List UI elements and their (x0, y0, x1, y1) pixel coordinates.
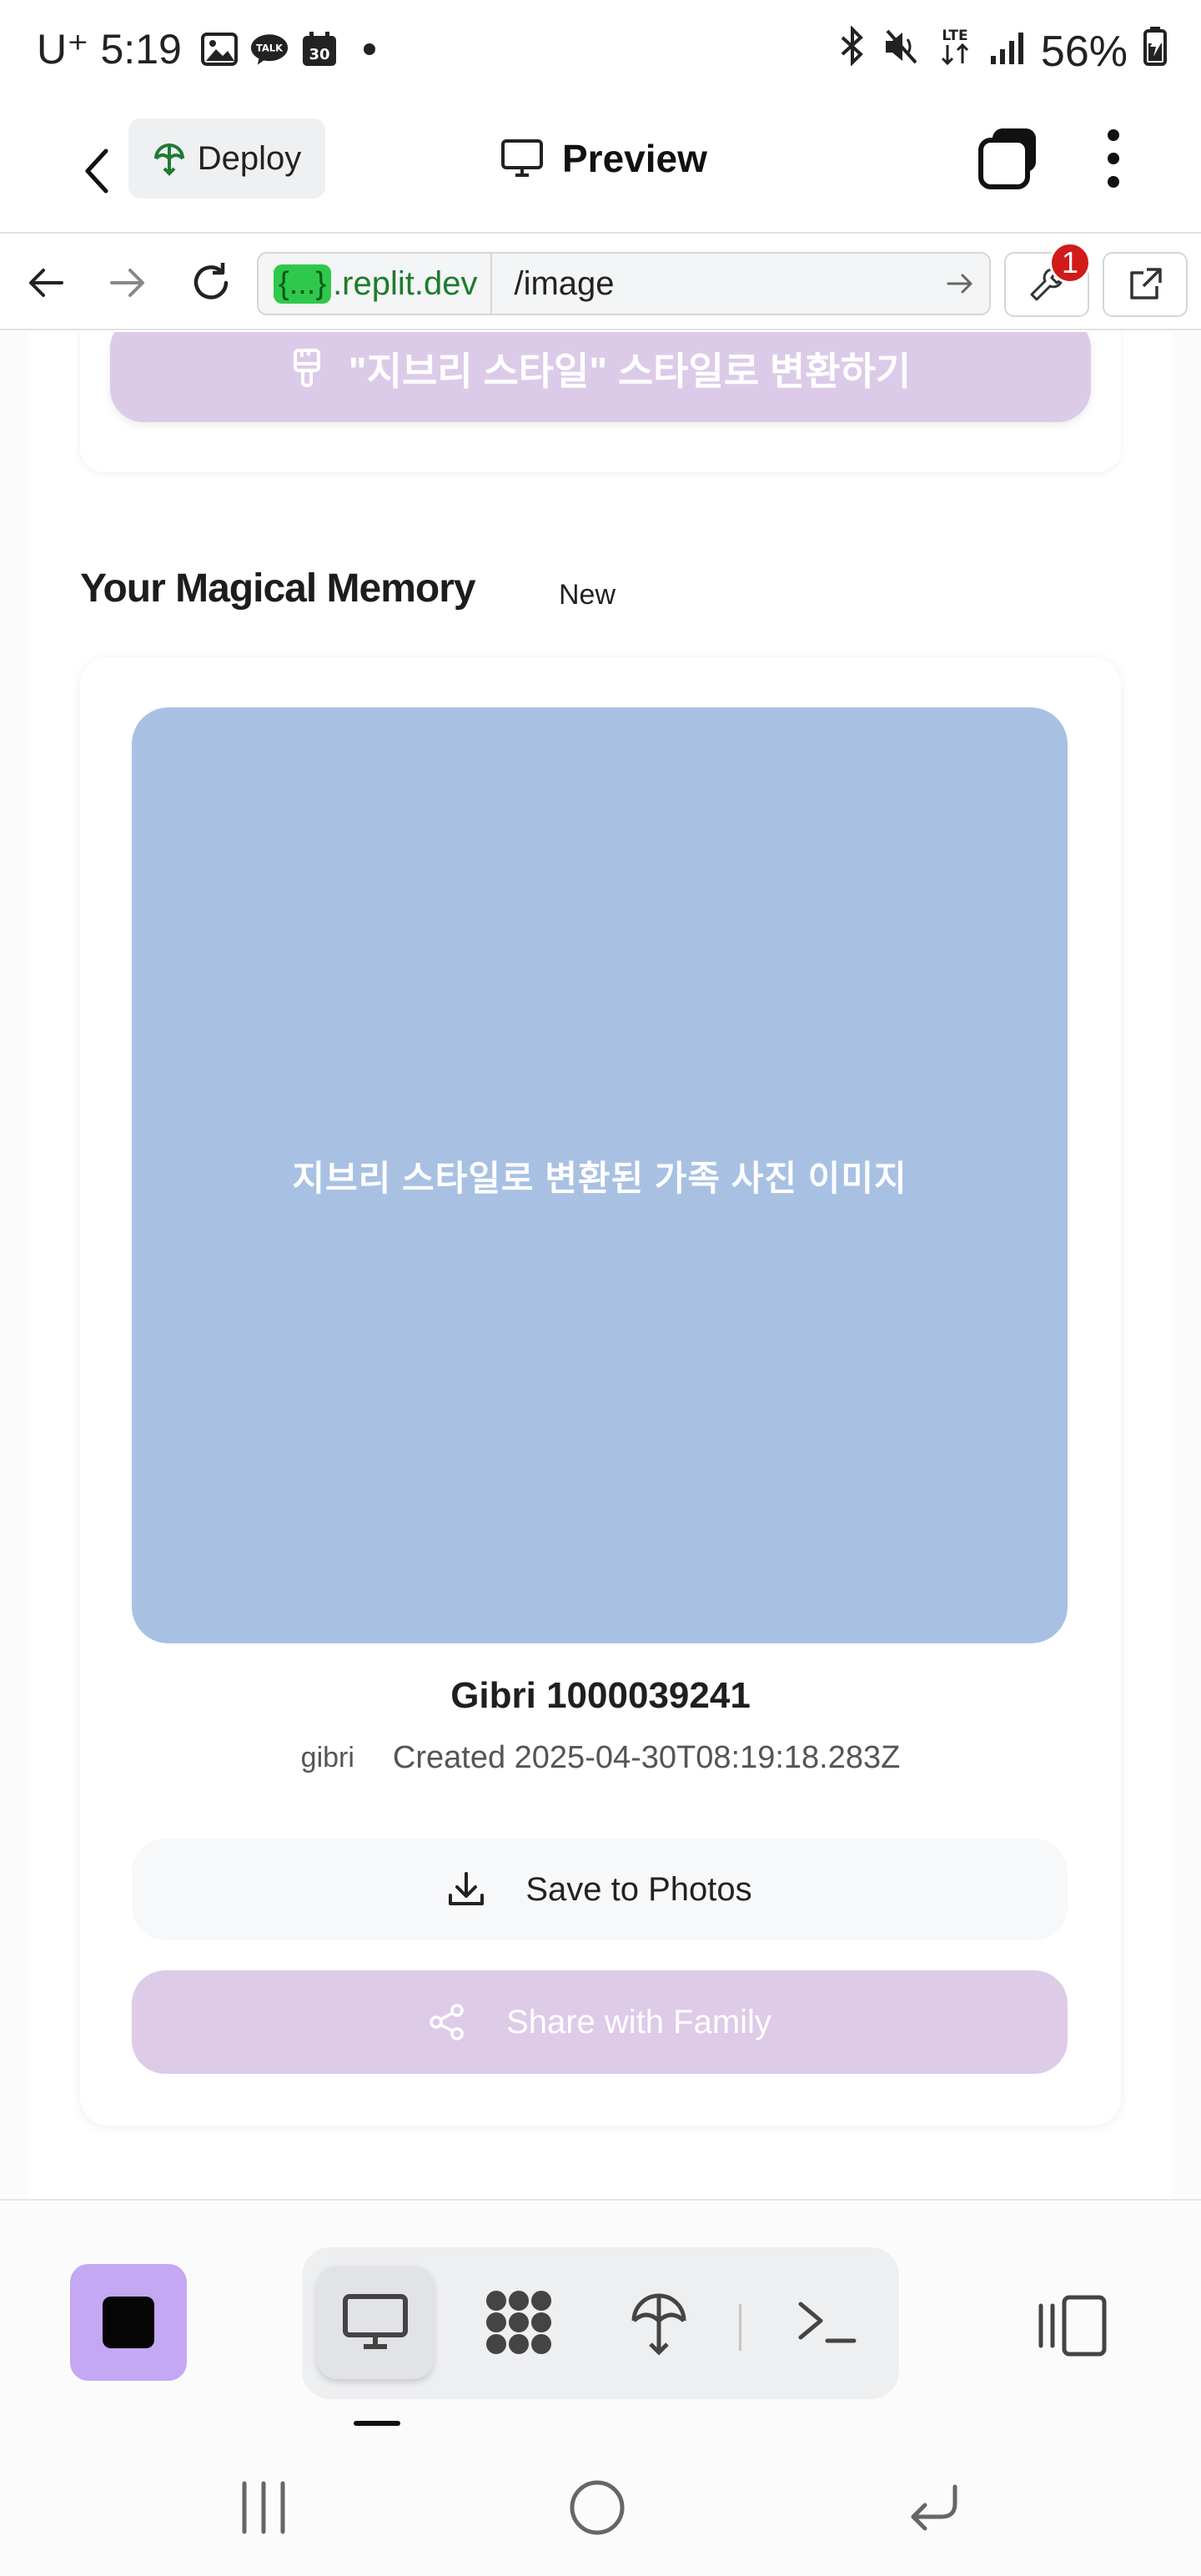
url-host-text: .replit.dev (333, 264, 478, 302)
battery-icon (1143, 25, 1168, 78)
arrow-left-icon (29, 269, 63, 297)
preview-label: Preview (562, 137, 707, 180)
created-timestamp: Created 2025-04-30T08:19:18.283Z (392, 1740, 901, 1775)
bottom-toolbar (0, 2199, 1201, 2433)
reload-button[interactable] (182, 254, 240, 312)
memory-image: 지브리 스타일로 변환된 가족 사진 이미지 (132, 707, 1068, 1643)
lte-icon: LTE (936, 25, 974, 78)
system-back-button[interactable] (892, 2466, 976, 2549)
download-icon (449, 1872, 485, 1905)
reload-icon (193, 263, 229, 299)
share-icon (430, 2004, 464, 2040)
preview-tab-title: Preview (500, 129, 707, 188)
dot-icon (350, 30, 389, 68)
monitor-icon (343, 2294, 408, 2349)
recent-apps-icon (242, 2481, 285, 2534)
url-bar: {...} .replit.dev /image (0, 235, 1201, 330)
url-path[interactable]: /image (492, 265, 931, 303)
home-button[interactable] (555, 2466, 639, 2549)
more-dot-icon (1108, 129, 1119, 141)
status-bar: U⁺ 5:19 TALK 30 LTE 56% (0, 0, 1201, 108)
mute-icon (882, 27, 921, 77)
carrier-label: U⁺ (37, 26, 89, 73)
active-tab-indicator (354, 2421, 400, 2426)
calendar-day: 30 (309, 46, 329, 63)
status-right: LTE 56% (837, 25, 1168, 78)
monitor-icon (501, 139, 543, 177)
preview-tool-button[interactable] (317, 2266, 434, 2379)
convert-ghibli-button[interactable]: "지브리 스타일" 스타일로 변환하기 (110, 332, 1091, 422)
terminal-icon (798, 2302, 857, 2343)
external-link-icon (1130, 268, 1162, 299)
url-host-badge: {...} (274, 264, 332, 304)
clock: 5:19 (100, 26, 182, 73)
shell-tool-button[interactable] (769, 2266, 886, 2379)
image-alt-text: 지브리 스타일로 변환된 가족 사진 이미지 (292, 1158, 907, 1198)
url-go-button[interactable] (931, 272, 989, 295)
webview-content: "지브리 스타일" 스타일로 변환하기 Your Magical Memory … (0, 332, 1201, 2199)
open-new-tab-button[interactable] (1103, 252, 1188, 317)
system-navigation-bar (0, 2433, 1201, 2576)
brush-icon (293, 349, 320, 387)
panel-layout-icon (1038, 2295, 1107, 2357)
stop-icon (103, 2297, 154, 2348)
page-container: "지브리 스타일" 스타일로 변환하기 Your Magical Memory … (28, 332, 1173, 2199)
tabs-icon (978, 128, 1036, 189)
network-label: LTE (942, 28, 967, 44)
deploy-button[interactable]: Deploy (128, 118, 325, 199)
memory-meta: gibri Created 2025-04-30T08:19:18.283Z (28, 1740, 1173, 1776)
back-gesture-icon (911, 2484, 957, 2531)
memory-tag: gibri (300, 1742, 354, 1774)
calendar-icon: 30 (300, 30, 339, 68)
kakaotalk-icon: TALK (250, 30, 289, 68)
devtools-notification-badge: 1 (1049, 242, 1091, 284)
section-title: Your Magical Memory (80, 566, 476, 611)
stop-button[interactable] (70, 2264, 187, 2381)
workspace-tool-group (302, 2247, 899, 2399)
chevron-left-icon (85, 148, 108, 194)
save-to-photos-button[interactable]: Save to Photos (132, 1839, 1068, 1940)
deploy-icon (631, 2293, 686, 2356)
back-button[interactable] (58, 133, 133, 209)
deploy-icon (153, 143, 184, 176)
arrow-right-icon (110, 269, 144, 297)
new-badge: New (559, 579, 616, 611)
more-dot-icon (1108, 153, 1119, 164)
browser-forward-button[interactable] (98, 254, 157, 312)
more-dot-icon (1108, 176, 1119, 188)
tool-separator (739, 2304, 741, 2351)
home-icon (570, 2480, 625, 2535)
recent-apps-button[interactable] (222, 2466, 305, 2549)
url-field[interactable]: {...} .replit.dev /image (257, 252, 991, 315)
memory-title: Gibri 1000039241 (450, 1675, 751, 1716)
tabs-button[interactable] (976, 125, 1043, 192)
agent-icon (486, 2291, 551, 2354)
more-options-button[interactable] (1088, 125, 1138, 192)
panels-button[interactable] (1031, 2284, 1114, 2367)
gallery-icon (200, 30, 239, 68)
browser-back-button[interactable] (17, 254, 75, 312)
url-host: {...} .replit.dev (259, 254, 493, 314)
convert-button-label: "지브리 스타일" 스타일로 변환하기 (348, 350, 912, 393)
deploy-tool-button[interactable] (600, 2266, 717, 2379)
arrow-right-icon (947, 274, 972, 294)
deploy-label: Deploy (197, 139, 302, 177)
agent-tool-button[interactable] (460, 2266, 577, 2379)
share-button-label: Share with Family (506, 2003, 771, 2040)
bluetooth-icon (837, 25, 867, 77)
save-button-label: Save to Photos (525, 1870, 752, 1908)
battery-percent: 56% (1040, 27, 1128, 76)
talk-label: TALK (256, 43, 284, 54)
app-header: Deploy Preview (0, 108, 1201, 234)
status-left: U⁺ 5:19 TALK 30 (37, 25, 389, 73)
signal-icon (989, 27, 1026, 77)
share-with-family-button[interactable]: Share with Family (132, 1970, 1068, 2074)
